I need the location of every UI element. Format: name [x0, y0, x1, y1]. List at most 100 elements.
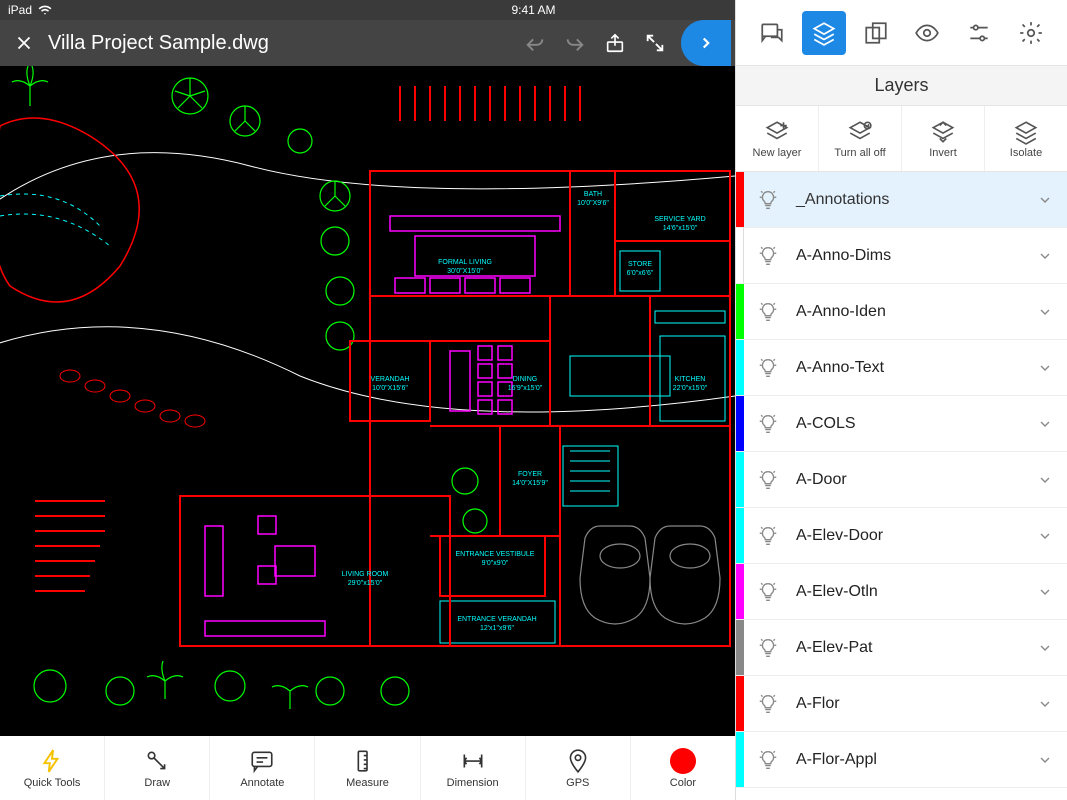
layer-row[interactable]: A-Flor	[736, 676, 1067, 732]
svg-text:KITCHEN: KITCHEN	[675, 376, 706, 383]
fullscreen-button[interactable]	[635, 23, 675, 63]
chevron-down-icon[interactable]	[1023, 396, 1067, 451]
layers-tab[interactable]	[802, 11, 846, 55]
chevron-down-icon[interactable]	[1023, 284, 1067, 339]
properties-tab[interactable]	[957, 11, 1001, 55]
bottom-toolbar: Quick Tools Draw Annotate Measure Dimens…	[0, 736, 735, 800]
quick-tools-button[interactable]: Quick Tools	[0, 736, 105, 800]
title-bar: Villa Project Sample.dwg	[0, 20, 735, 66]
layer-name-label: A-Anno-Dims	[792, 247, 1023, 265]
layer-row[interactable]: _Annotations	[736, 172, 1067, 228]
comments-tab[interactable]	[750, 11, 794, 55]
tool-label: Dimension	[447, 777, 499, 789]
lightbulb-icon[interactable]	[744, 396, 792, 451]
chevron-down-icon[interactable]	[1023, 228, 1067, 283]
lightbulb-icon[interactable]	[744, 676, 792, 731]
layer-color-indicator	[736, 508, 744, 563]
svg-text:VERANDAH: VERANDAH	[371, 376, 410, 383]
chevron-down-icon[interactable]	[1023, 340, 1067, 395]
wifi-icon	[38, 3, 52, 17]
chevron-down-icon[interactable]	[1023, 508, 1067, 563]
layer-color-indicator	[736, 732, 744, 787]
turn-all-off-button[interactable]: Turn all off	[819, 106, 902, 171]
lightbulb-icon[interactable]	[744, 172, 792, 227]
svg-text:ENTRANCE VESTIBULE: ENTRANCE VESTIBULE	[456, 551, 535, 558]
chevron-down-icon[interactable]	[1023, 620, 1067, 675]
tool-label: Color	[670, 777, 696, 789]
layer-name-label: A-Anno-Iden	[792, 303, 1023, 321]
layer-name-label: A-Anno-Text	[792, 359, 1023, 377]
chevron-down-icon[interactable]	[1023, 172, 1067, 227]
annotate-button[interactable]: Annotate	[210, 736, 315, 800]
layer-row[interactable]: A-Anno-Iden	[736, 284, 1067, 340]
chevron-down-icon[interactable]	[1023, 452, 1067, 507]
layer-color-indicator	[736, 396, 744, 451]
layer-row[interactable]: A-Anno-Text	[736, 340, 1067, 396]
chevron-down-icon[interactable]	[1023, 564, 1067, 619]
lightbulb-icon[interactable]	[744, 452, 792, 507]
layer-row[interactable]: A-Flor-Appl	[736, 732, 1067, 788]
layer-color-indicator	[736, 620, 744, 675]
lightbulb-icon[interactable]	[744, 340, 792, 395]
layer-color-indicator	[736, 340, 744, 395]
layer-row[interactable]: A-Elev-Door	[736, 508, 1067, 564]
layer-name-label: A-Elev-Pat	[792, 639, 1023, 657]
svg-text:22'0"x15'0": 22'0"x15'0"	[673, 385, 708, 392]
layer-color-indicator	[736, 564, 744, 619]
dimension-button[interactable]: Dimension	[421, 736, 526, 800]
svg-text:DINING: DINING	[513, 376, 538, 383]
isolate-button[interactable]: Isolate	[985, 106, 1067, 171]
layer-name-label: A-Elev-Otln	[792, 583, 1023, 601]
lightbulb-icon[interactable]	[744, 228, 792, 283]
svg-text:14'0"X15'9": 14'0"X15'9"	[512, 480, 548, 487]
color-swatch-icon	[670, 748, 696, 774]
draw-button[interactable]: Draw	[105, 736, 210, 800]
views-tab[interactable]	[905, 11, 949, 55]
lightbulb-icon[interactable]	[744, 284, 792, 339]
new-layer-button[interactable]: New layer	[736, 106, 819, 171]
layer-row[interactable]: A-Elev-Otln	[736, 564, 1067, 620]
svg-text:LIVING ROOM: LIVING ROOM	[342, 571, 389, 578]
blocks-tab[interactable]	[854, 11, 898, 55]
layer-actions: New layer Turn all off Invert Isolate	[736, 106, 1067, 172]
gps-button[interactable]: GPS	[526, 736, 631, 800]
layer-color-indicator	[736, 284, 744, 339]
ios-status-bar: iPad 9:41 AM	[0, 0, 735, 20]
close-button[interactable]	[4, 23, 44, 63]
document-title: Villa Project Sample.dwg	[48, 32, 269, 55]
layer-name-label: A-Door	[792, 471, 1023, 489]
lightbulb-icon[interactable]	[744, 732, 792, 787]
color-button[interactable]: Color	[631, 736, 735, 800]
lightbulb-icon[interactable]	[744, 620, 792, 675]
measure-button[interactable]: Measure	[315, 736, 420, 800]
undo-button[interactable]	[515, 23, 555, 63]
layer-color-indicator	[736, 676, 744, 731]
svg-text:14'6"x15'0": 14'6"x15'0"	[663, 225, 698, 232]
svg-text:STORE: STORE	[628, 261, 652, 268]
tool-label: Quick Tools	[24, 777, 81, 789]
layer-row[interactable]: A-Door	[736, 452, 1067, 508]
svg-text:12'x1"x9'6": 12'x1"x9'6"	[480, 625, 515, 632]
chevron-down-icon[interactable]	[1023, 676, 1067, 731]
layer-row[interactable]: A-Anno-Dims	[736, 228, 1067, 284]
tool-label: Annotate	[240, 777, 284, 789]
drawing-canvas[interactable]: BATH10'0"X9'6" SERVICE YARD14'6"x15'0" S…	[0, 66, 735, 736]
layer-color-indicator	[736, 452, 744, 507]
layer-row[interactable]: A-COLS	[736, 396, 1067, 452]
invert-button[interactable]: Invert	[902, 106, 985, 171]
svg-text:6'0"x6'6": 6'0"x6'6"	[627, 270, 654, 277]
layer-row[interactable]: A-Elev-Pat	[736, 620, 1067, 676]
chevron-down-icon[interactable]	[1023, 732, 1067, 787]
layer-name-label: A-COLS	[792, 415, 1023, 433]
lightbulb-icon[interactable]	[744, 508, 792, 563]
panel-title: Layers	[736, 66, 1067, 106]
lightbulb-icon[interactable]	[744, 564, 792, 619]
svg-text:10'0"X15'6": 10'0"X15'6"	[372, 385, 408, 392]
redo-button[interactable]	[555, 23, 595, 63]
layer-name-label: _Annotations	[792, 191, 1023, 209]
settings-tab[interactable]	[1009, 11, 1053, 55]
panel-toggle-button[interactable]	[681, 20, 731, 66]
svg-text:16'9"x15'0": 16'9"x15'0"	[508, 385, 543, 392]
panel-tab-bar	[736, 0, 1067, 66]
share-button[interactable]	[595, 23, 635, 63]
